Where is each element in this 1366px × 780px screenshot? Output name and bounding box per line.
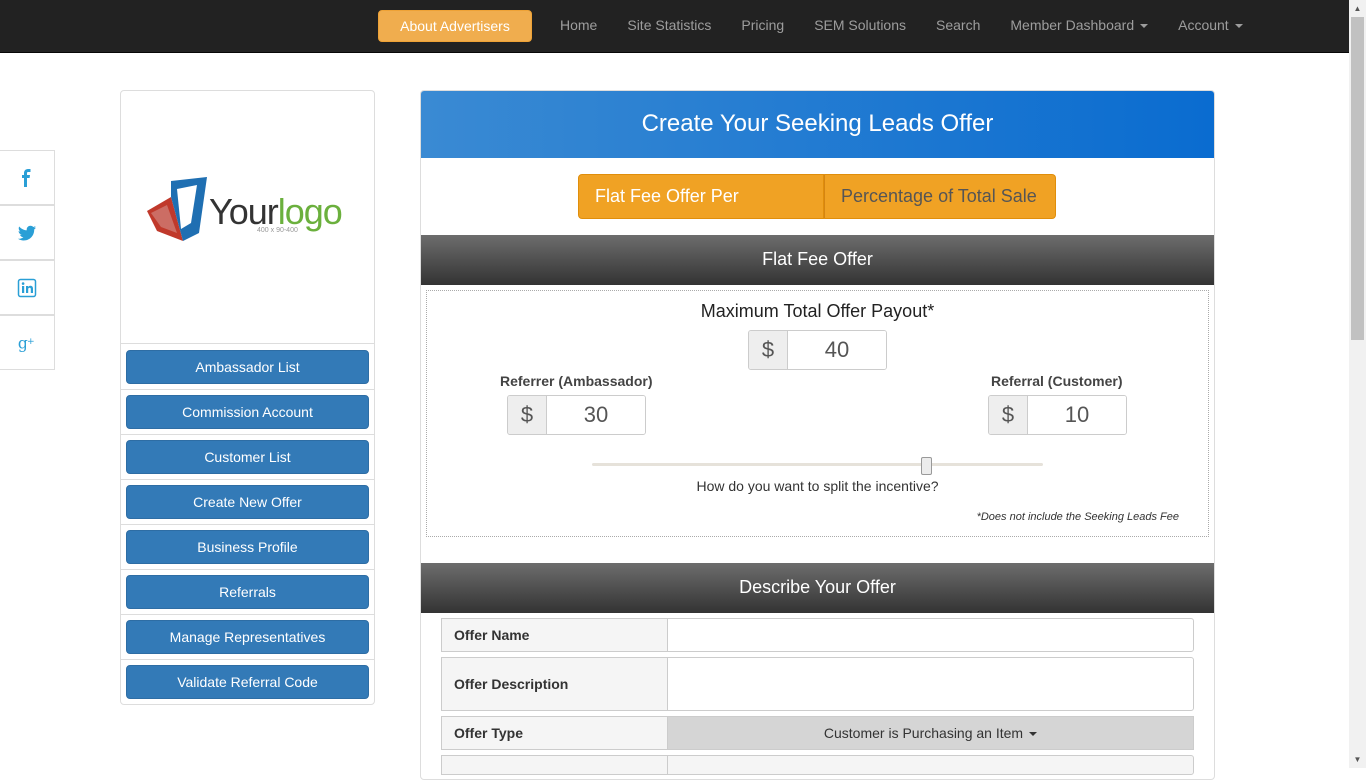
form-row	[441, 755, 1194, 775]
nav-member-dashboard[interactable]: Member Dashboard	[995, 0, 1163, 52]
max-payout-label: Maximum Total Offer Payout*	[700, 301, 935, 321]
company-logo: Yourlogo 400 x 90-400	[121, 91, 374, 344]
max-payout-input-group: $ 40	[748, 330, 887, 370]
referrer-label: Referrer (Ambassador)	[500, 373, 653, 389]
nav-account[interactable]: Account	[1163, 0, 1258, 52]
page-scrollbar[interactable]: ▲ ▼	[1349, 0, 1366, 768]
describe-offer-form: Offer Name Offer Description Offer Type …	[441, 618, 1194, 779]
nav-sem-solutions[interactable]: SEM Solutions	[799, 0, 921, 52]
currency-addon: $	[749, 331, 788, 369]
ambassador-list-button[interactable]: Ambassador List	[126, 350, 369, 384]
form-row: Offer Description	[441, 657, 1194, 711]
google-plus-button[interactable]: g +	[0, 315, 55, 370]
max-payout-input[interactable]: 40	[788, 331, 886, 369]
logo-size-caption: 400 x 90-400	[257, 227, 298, 234]
about-advertisers-button[interactable]: About Advertisers	[378, 10, 532, 42]
caret-down-icon	[1234, 24, 1243, 29]
logo-logo: logo	[277, 191, 343, 232]
nav-site-statistics[interactable]: Site Statistics	[612, 0, 726, 52]
account-sidebar: Yourlogo 400 x 90-400 Ambassador List Co…	[120, 90, 375, 705]
sidebar-item: Customer List	[121, 435, 374, 480]
offer-name-label: Offer Name	[441, 618, 667, 652]
offer-description-textarea[interactable]	[667, 657, 1194, 711]
split-slider-track[interactable]	[592, 463, 1043, 466]
page-title: Create Your Seeking Leads Offer	[421, 91, 1214, 158]
flat-fee-section: Maximum Total Offer Payout* $ 40 Referre…	[426, 290, 1209, 537]
next-field-label	[441, 755, 667, 775]
sidebar-item: Business Profile	[121, 525, 374, 570]
create-offer-panel: Create Your Seeking Leads Offer Flat Fee…	[420, 90, 1215, 780]
form-row: Offer Name	[441, 618, 1194, 652]
referrals-button[interactable]: Referrals	[126, 575, 369, 609]
sidebar-item: Ambassador List	[121, 345, 374, 390]
nav-home[interactable]: Home	[545, 0, 612, 52]
next-field[interactable]	[667, 755, 1194, 775]
validate-referral-code-button[interactable]: Validate Referral Code	[126, 665, 369, 699]
referrer-amount-input[interactable]: 30	[547, 396, 645, 434]
referral-input-group: $ 10	[988, 395, 1127, 435]
business-profile-button[interactable]: Business Profile	[126, 530, 369, 564]
logo-your: Your	[209, 191, 279, 232]
fee-disclaimer: *Does not include the Seeking Leads Fee	[976, 511, 1179, 523]
offer-type-label: Offer Type	[441, 716, 667, 750]
logo-mark-icon	[147, 177, 207, 241]
scroll-up-arrow-icon[interactable]: ▲	[1349, 0, 1366, 17]
account-label: Account	[1178, 17, 1229, 33]
offer-description-label: Offer Description	[441, 657, 667, 711]
scroll-down-arrow-icon[interactable]: ▼	[1349, 751, 1366, 768]
referral-label: Referral (Customer)	[991, 373, 1123, 389]
split-slider-handle[interactable]	[921, 457, 932, 475]
linkedin-button[interactable]	[0, 260, 55, 315]
split-question-label: How do you want to split the incentive?	[696, 478, 939, 494]
caret-down-icon	[1140, 24, 1149, 29]
flat-fee-heading: Flat Fee Offer	[421, 235, 1214, 285]
sidebar-item: Commission Account	[121, 390, 374, 435]
commission-account-button[interactable]: Commission Account	[126, 395, 369, 429]
facebook-button[interactable]	[0, 150, 55, 205]
sidebar-item: Referrals	[121, 570, 374, 615]
currency-addon: $	[989, 396, 1028, 434]
offer-type-toggle: Flat Fee Offer Per Referral Percentage o…	[578, 174, 1056, 249]
sidebar-menu: Ambassador List Commission Account Custo…	[121, 345, 374, 705]
member-dashboard-label: Member Dashboard	[1010, 17, 1135, 33]
nav-pricing[interactable]: Pricing	[726, 0, 799, 52]
facebook-icon	[22, 168, 31, 187]
twitter-button[interactable]	[0, 205, 55, 260]
top-navbar: About Advertisers Home Site Statistics P…	[0, 0, 1349, 53]
manage-representatives-button[interactable]: Manage Representatives	[126, 620, 369, 654]
svg-text:+: +	[27, 336, 35, 346]
percentage-toggle-button[interactable]: Percentage of Total Sale	[824, 174, 1056, 219]
referrer-input-group: $ 30	[507, 395, 646, 435]
referral-amount-input[interactable]: 10	[1028, 396, 1126, 434]
sidebar-item: Manage Representatives	[121, 615, 374, 660]
offer-name-input[interactable]	[667, 618, 1194, 652]
sidebar-item: Validate Referral Code	[121, 660, 374, 705]
scroll-thumb[interactable]	[1351, 17, 1364, 340]
offer-type-value: Customer is Purchasing an Item	[823, 725, 1024, 741]
create-new-offer-button[interactable]: Create New Offer	[126, 485, 369, 519]
describe-offer-heading: Describe Your Offer	[421, 563, 1214, 613]
currency-addon: $	[508, 396, 547, 434]
form-row: Offer Type Customer is Purchasing an Ite…	[441, 716, 1194, 750]
social-share-bar: g +	[0, 150, 55, 370]
customer-list-button[interactable]: Customer List	[126, 440, 369, 474]
google-plus-icon: g +	[18, 334, 35, 352]
flat-fee-toggle-button[interactable]: Flat Fee Offer Per Referral	[578, 174, 824, 249]
sidebar-item: Create New Offer	[121, 480, 374, 525]
offer-type-select[interactable]: Customer is Purchasing an Item	[667, 716, 1194, 750]
caret-down-icon	[1029, 732, 1038, 737]
twitter-icon	[18, 225, 36, 240]
linkedin-icon	[17, 278, 37, 297]
nav-links: Home Site Statistics Pricing SEM Solutio…	[545, 0, 1258, 52]
nav-search[interactable]: Search	[921, 0, 995, 52]
